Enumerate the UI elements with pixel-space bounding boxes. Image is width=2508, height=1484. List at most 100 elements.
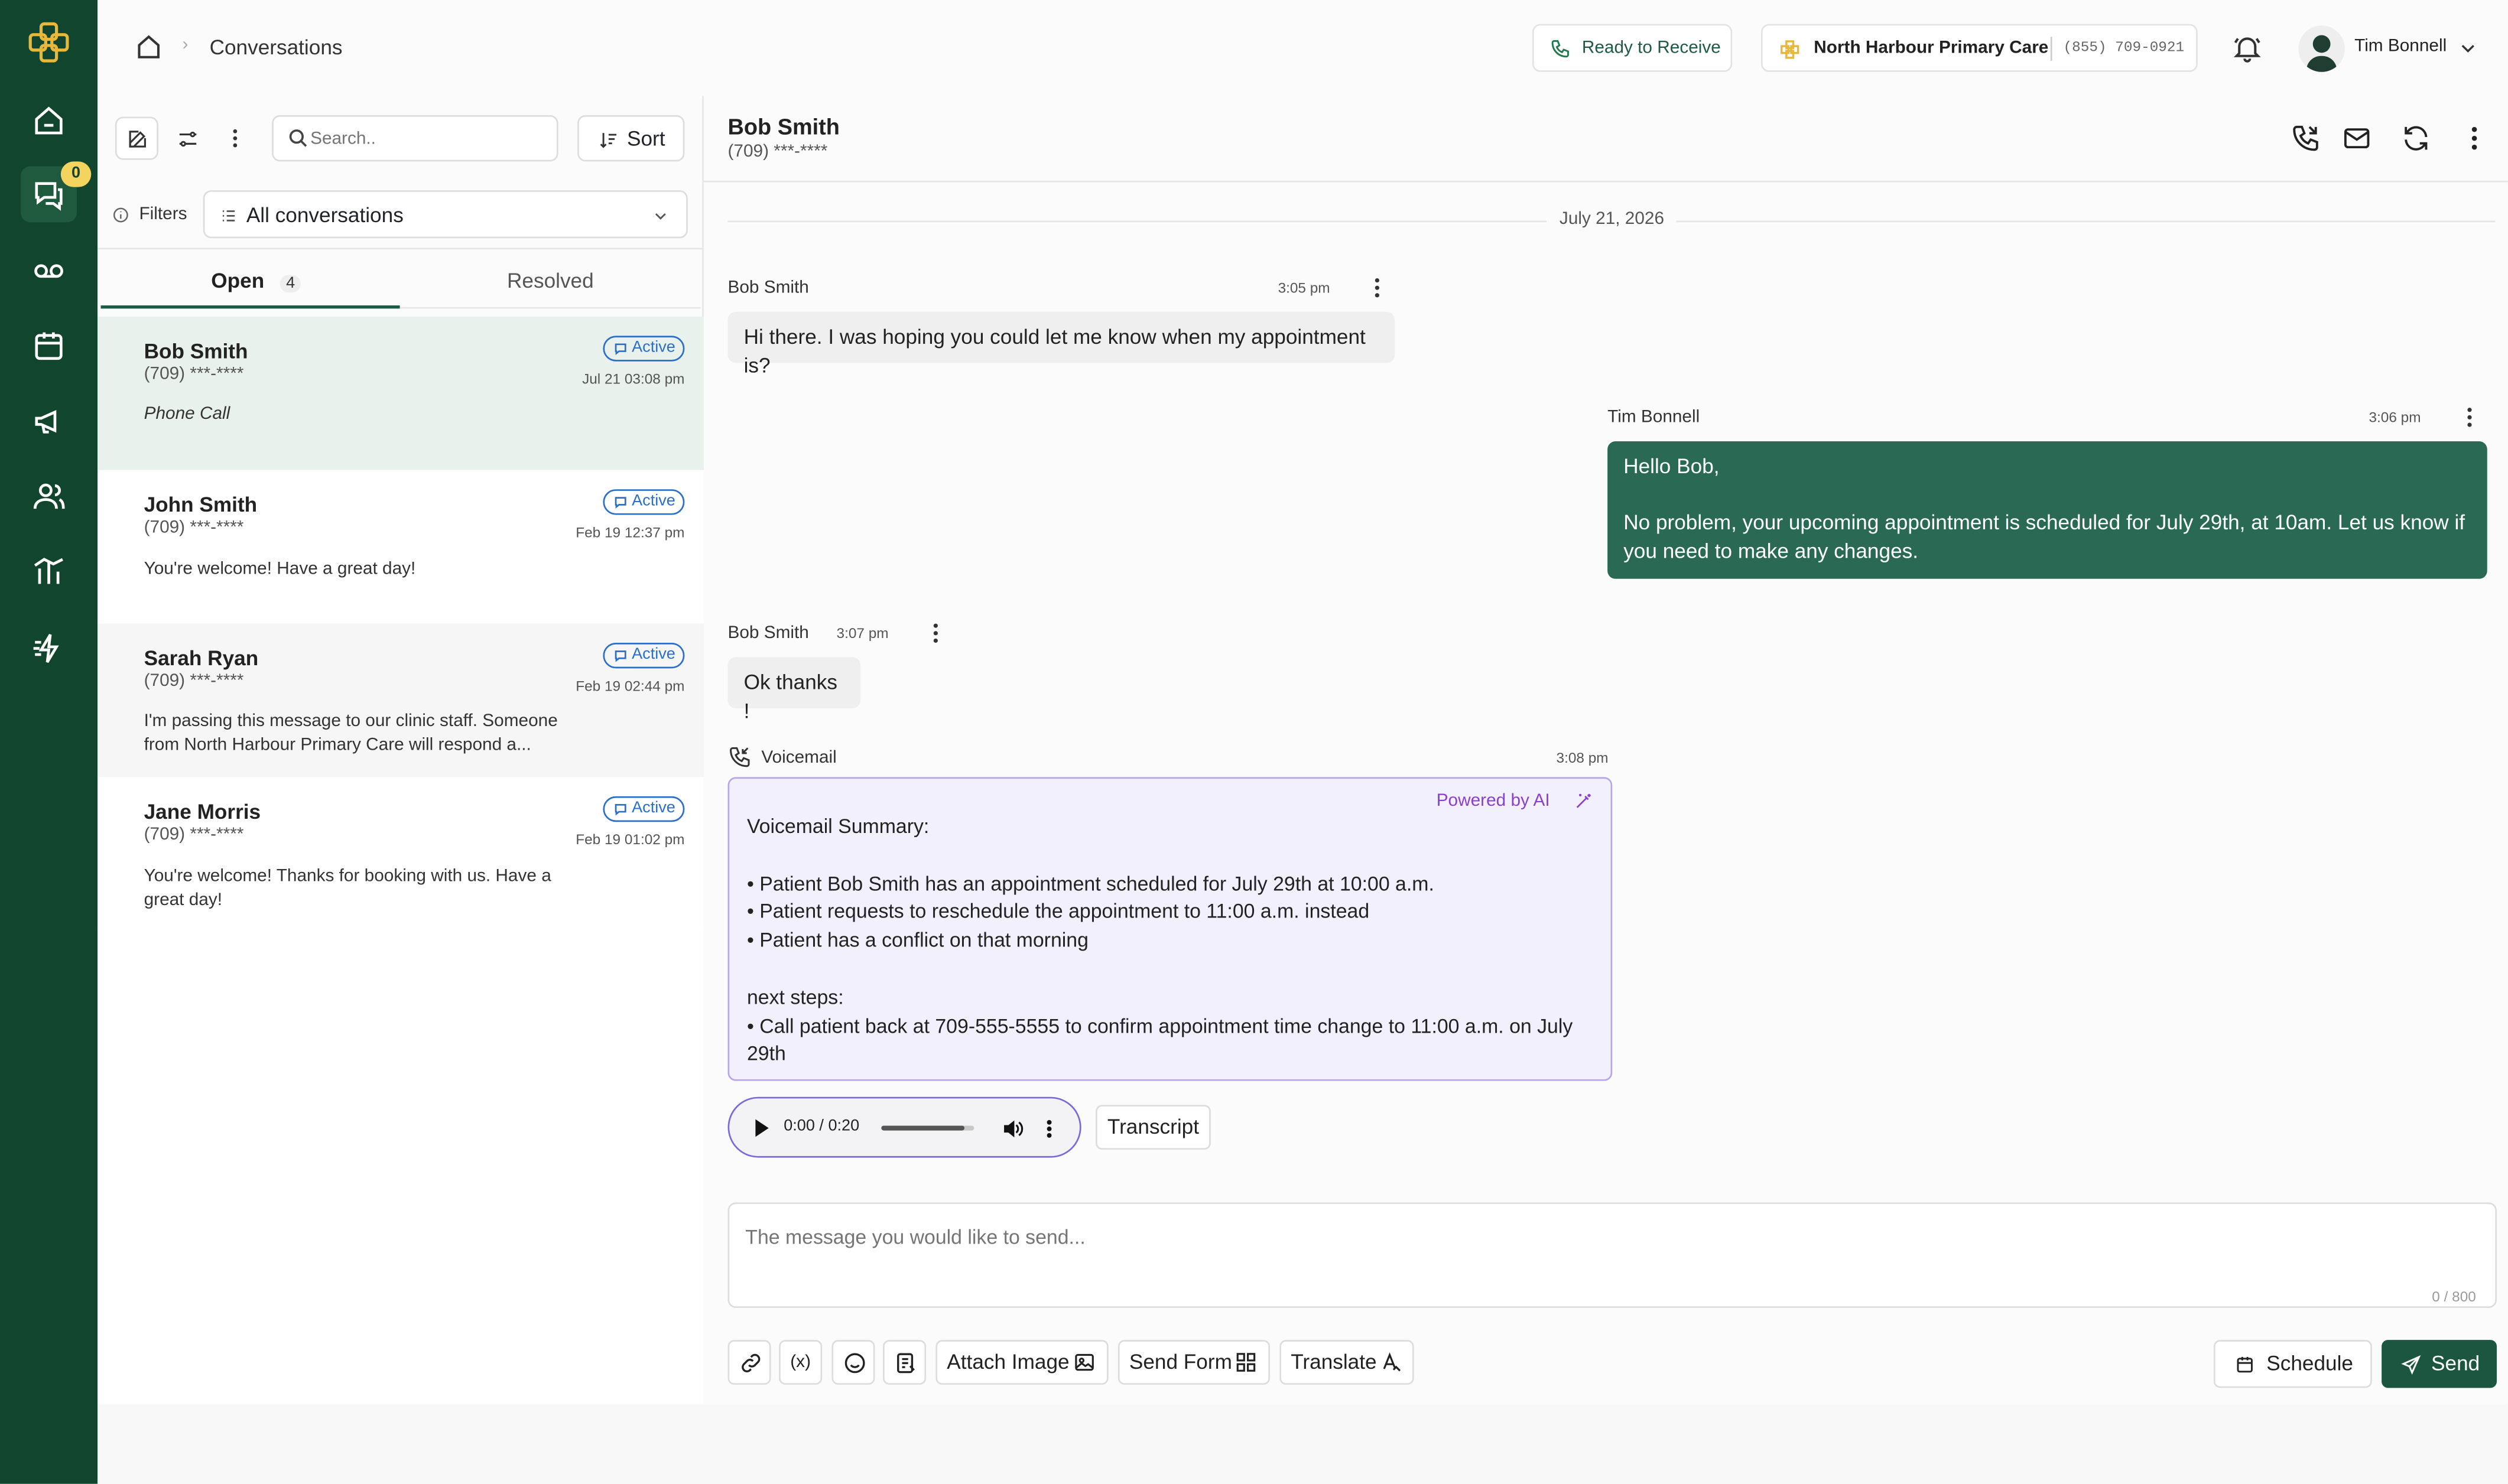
contact-phone: (709) ***-**** [144, 825, 244, 845]
mail-icon[interactable] [2341, 123, 2371, 153]
template-button[interactable] [883, 1340, 927, 1385]
voicemail-bullet: • Patient requests to reschedule the app… [746, 900, 1370, 923]
megaphone-icon[interactable] [30, 403, 67, 440]
translate-icon [1380, 1351, 1403, 1374]
play-icon[interactable] [753, 1119, 769, 1137]
bell-icon[interactable] [2231, 32, 2263, 64]
message-time: 3:05 pm [1278, 279, 1330, 296]
contact-name: Sarah Ryan [144, 646, 259, 671]
analytics-icon[interactable] [30, 553, 67, 590]
volume-icon[interactable] [1001, 1118, 1024, 1140]
conversations-badge: 0 [60, 161, 92, 187]
logo-icon [27, 21, 70, 64]
message-bubble-outgoing: Hello Bob, No problem, your upcoming app… [1607, 441, 2487, 579]
calendar-icon [2234, 1354, 2255, 1375]
home-icon[interactable] [30, 102, 67, 139]
status-badge-label: Active [632, 339, 675, 357]
translate-label: Translate [1291, 1349, 1377, 1374]
voicemail-label: Voicemail [761, 748, 837, 768]
sidebar: 0 [0, 0, 98, 1484]
send-label: Send [2431, 1351, 2480, 1375]
conversation-filter-select[interactable]: All conversations [203, 190, 688, 239]
phone-icon [1550, 38, 1571, 59]
send-form-button[interactable]: Send Form [1117, 1340, 1271, 1385]
status-badge-label: Active [632, 646, 675, 664]
home-breadcrumb-icon[interactable] [134, 32, 163, 61]
search-box[interactable] [272, 115, 558, 162]
tab-open-indicator [100, 305, 400, 309]
insert-link-button[interactable] [727, 1340, 771, 1385]
status-badge: Active [603, 489, 685, 515]
chat-contact-name: Bob Smith [727, 113, 840, 139]
list-item[interactable]: Sarah Ryan (709) ***-**** Active Feb 19 … [98, 623, 704, 777]
smiley-icon [843, 1351, 867, 1375]
message-text: No problem, your upcoming appointment is… [1623, 510, 2465, 563]
emoji-button[interactable] [831, 1340, 875, 1385]
attach-image-button[interactable]: Attach Image [935, 1340, 1109, 1385]
sort-icon [598, 129, 619, 150]
audio-player[interactable]: 0:00 / 0:20 [727, 1096, 1081, 1158]
message-time: 3:06 pm [2369, 409, 2421, 425]
tab-resolved[interactable]: Resolved [507, 269, 594, 293]
more-vertical-icon[interactable] [1367, 275, 1386, 301]
audio-progress-track[interactable] [881, 1125, 974, 1131]
tab-open[interactable]: Open 4 [211, 269, 301, 293]
message-sender: Bob Smith [727, 278, 809, 298]
contact-phone: (709) ***-**** [144, 671, 244, 691]
users-icon[interactable] [30, 478, 67, 515]
contact-phone: (709) ***-**** [144, 365, 244, 384]
message-bubble-incoming: Hi there. I was hoping you could let me … [727, 311, 1395, 377]
message-input[interactable] [745, 1226, 2473, 1287]
message-composer[interactable]: 0 / 800 [727, 1202, 2497, 1308]
link-icon [739, 1351, 763, 1375]
breadcrumb-current: Conversations [209, 35, 343, 60]
next-step-item: • Call patient back at 709-555-5555 to c… [746, 1014, 1573, 1066]
avatar[interactable] [2298, 25, 2345, 72]
sort-button[interactable]: Sort [577, 115, 685, 162]
status-pill[interactable]: Ready to Receive [1532, 24, 1733, 72]
conversation-date: Feb 19 01:02 pm [576, 831, 685, 848]
schedule-button[interactable]: Schedule [2213, 1340, 2372, 1388]
list-item[interactable]: Bob Smith (709) ***-**** Active Jul 21 0… [98, 316, 704, 470]
call-icon[interactable] [2291, 123, 2321, 153]
calendar-icon[interactable] [30, 328, 67, 365]
list-item[interactable]: Jane Morris (709) ***-**** Active Feb 19… [98, 777, 704, 931]
voicemail-phone-icon [728, 745, 752, 769]
tab-open-label: Open [211, 268, 265, 293]
conversation-preview: You're welcome! Have a great day! [144, 559, 416, 579]
voicemail-icon[interactable] [30, 253, 67, 289]
list-item[interactable]: John Smith (709) ***-**** Active Feb 19 … [98, 470, 704, 624]
insert-variable-button[interactable]: (x) [779, 1340, 823, 1385]
translate-button[interactable]: Translate [1279, 1340, 1414, 1385]
transcript-button[interactable]: Transcript [1096, 1105, 1211, 1150]
more-vertical-icon[interactable] [1044, 1118, 1054, 1140]
conversation-date: Feb 19 12:37 pm [576, 524, 685, 541]
search-icon [288, 128, 308, 149]
clinic-selector[interactable]: North Harbour Primary Care (855) 709-092… [1760, 24, 2198, 72]
powered-by-ai: Powered by AI [1436, 791, 1550, 811]
user-name[interactable]: Tim Bonnell [2354, 37, 2447, 56]
message-sender: Tim Bonnell [1607, 408, 1700, 427]
more-vertical-icon[interactable] [227, 126, 243, 151]
audio-progress-fill [881, 1125, 965, 1131]
template-icon [894, 1351, 918, 1375]
send-icon [2401, 1354, 2422, 1375]
audio-time: 0:00 / 0:20 [784, 1117, 860, 1135]
schedule-label: Schedule [2266, 1351, 2354, 1375]
compose-button[interactable] [115, 116, 158, 160]
chat-icon[interactable] [30, 176, 67, 213]
attach-image-label: Attach Image [947, 1349, 1070, 1374]
more-vertical-icon[interactable] [926, 620, 945, 646]
status-badge: Active [603, 643, 685, 669]
voicemail-summary-card: Powered by AI Voicemail Summary: • Patie… [727, 777, 1613, 1081]
message-text: Hello Bob, [1623, 454, 1720, 479]
filter-sliders-icon[interactable] [176, 128, 200, 151]
search-input[interactable] [310, 125, 547, 154]
more-vertical-icon[interactable] [2467, 123, 2483, 153]
more-vertical-icon[interactable] [2460, 405, 2479, 430]
chevron-down-icon[interactable] [2458, 38, 2477, 57]
automation-icon[interactable] [30, 630, 67, 666]
refresh-icon[interactable] [2401, 123, 2431, 153]
send-button[interactable]: Send [2382, 1340, 2497, 1388]
conversation-preview: You're welcome! Thanks for booking with … [144, 866, 551, 910]
